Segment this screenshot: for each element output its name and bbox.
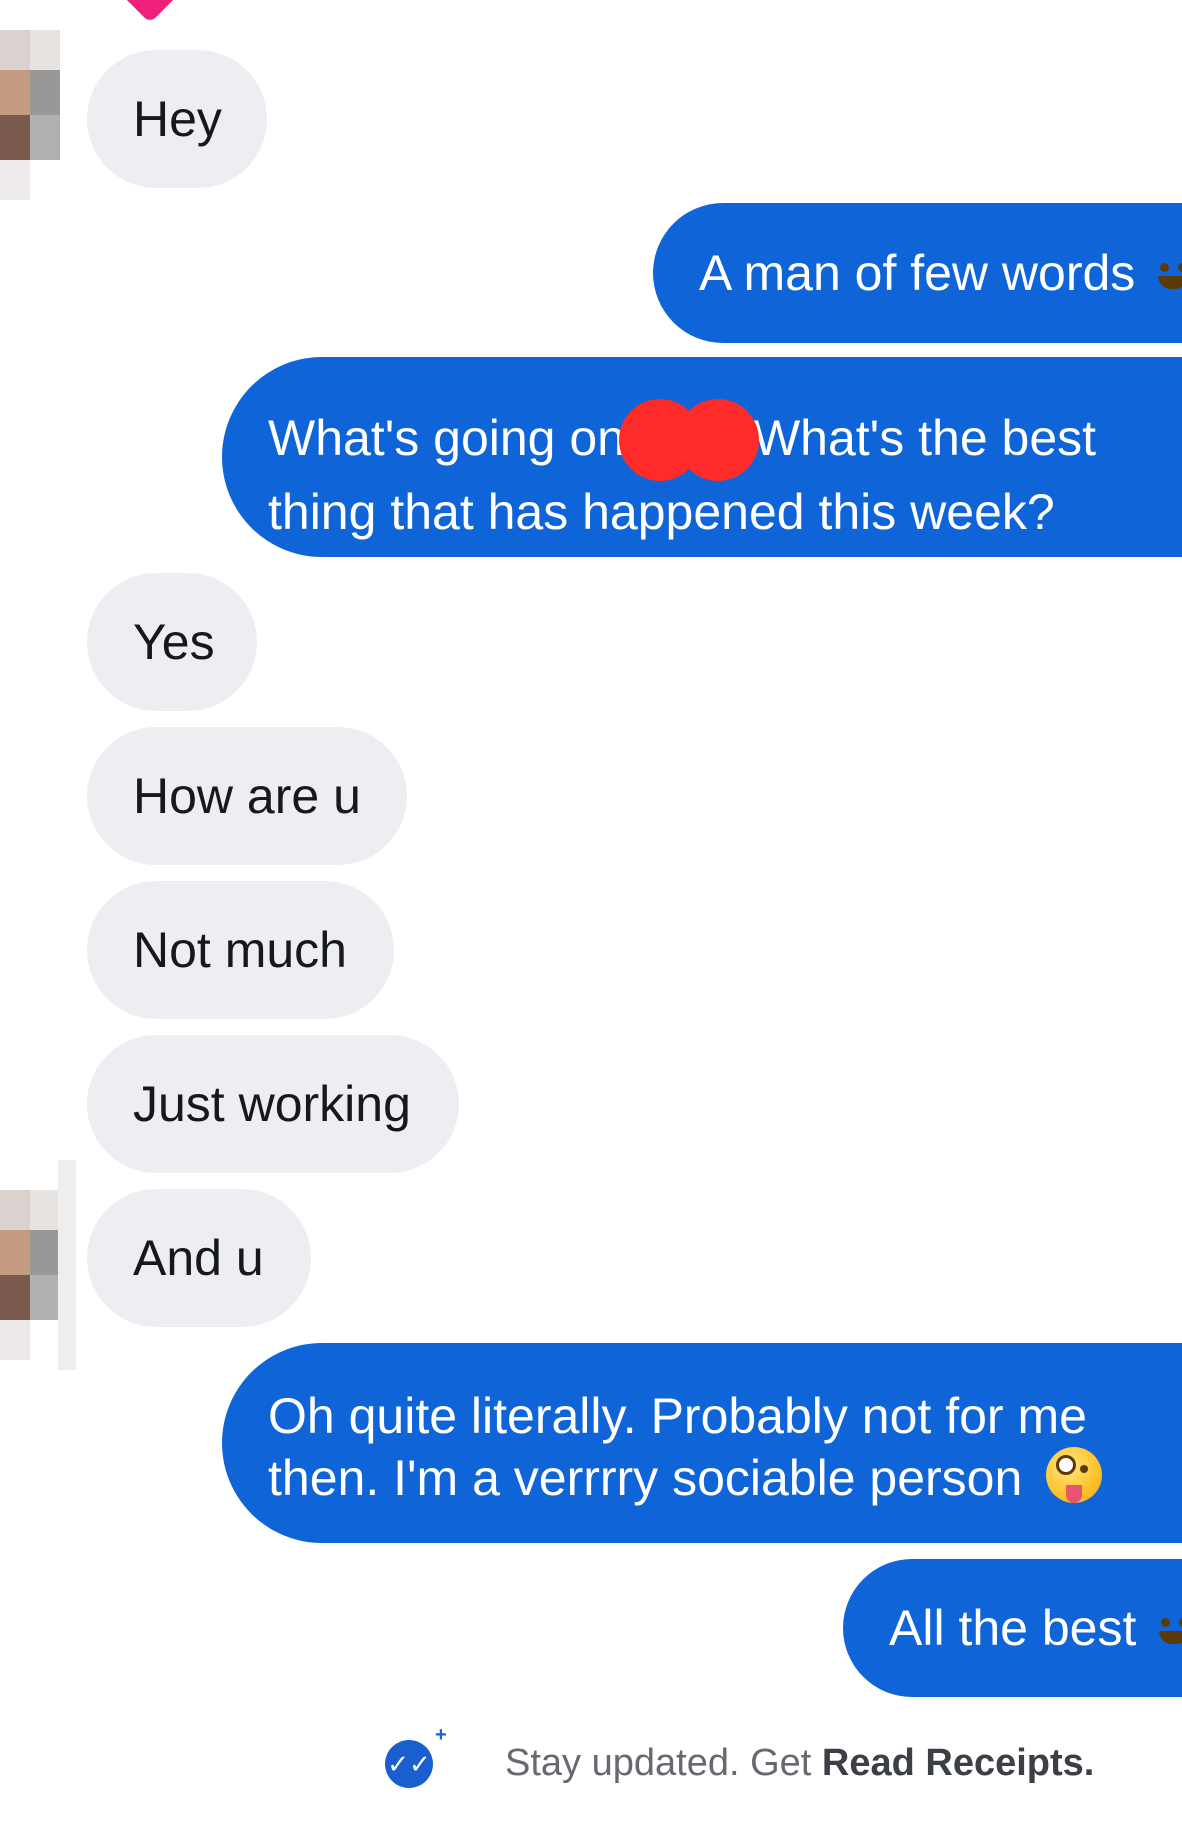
plus-icon: + bbox=[435, 1724, 447, 1746]
chat-thread: Hey A man of few words What's going on Wh… bbox=[0, 0, 1182, 1840]
message-outgoing[interactable]: What's going on What's the best thing tha… bbox=[222, 357, 1182, 557]
avatar[interactable] bbox=[0, 1160, 76, 1370]
message-incoming[interactable]: How are u bbox=[87, 727, 407, 865]
message-outgoing[interactable]: All the best bbox=[843, 1559, 1182, 1697]
message-text: A man of few words bbox=[699, 245, 1136, 301]
message-incoming[interactable]: Hey bbox=[87, 50, 267, 188]
avatar[interactable] bbox=[0, 30, 70, 200]
message-text: What's the best bbox=[752, 410, 1097, 466]
promo-prefix: Stay updated. Get bbox=[505, 1742, 822, 1784]
message-outgoing[interactable]: Oh quite literally. Probably not for me … bbox=[222, 1343, 1182, 1543]
message-text: And u bbox=[133, 1230, 264, 1286]
message-text: What's going on bbox=[268, 410, 625, 466]
message-incoming[interactable]: Not much bbox=[87, 881, 394, 1019]
message-text: All the best bbox=[889, 1600, 1137, 1656]
read-receipts-promo[interactable]: ✓✓ + Stay updated. Get Read Receipts. bbox=[385, 1718, 1105, 1798]
read-receipts-link[interactable]: Read Receipts. bbox=[822, 1742, 1094, 1784]
message-line: thing that has happened this week? bbox=[268, 484, 1055, 540]
double-check-icon: ✓✓ bbox=[385, 1740, 433, 1788]
message-line: What's going on What's the best bbox=[268, 399, 1142, 481]
message-line: Oh quite literally. Probably not for me bbox=[268, 1388, 1087, 1444]
message-text: How are u bbox=[133, 768, 361, 824]
message-line: then. I'm a verrrry sociable person bbox=[268, 1447, 1142, 1509]
message-outgoing[interactable]: A man of few words bbox=[653, 203, 1182, 343]
read-receipts-text: Stay updated. Get Read Receipts. bbox=[505, 1742, 1094, 1785]
message-incoming[interactable]: And u bbox=[87, 1189, 311, 1327]
message-text: Hey bbox=[133, 91, 222, 147]
message-incoming[interactable]: Just working bbox=[87, 1035, 459, 1173]
message-incoming[interactable]: Yes bbox=[87, 573, 257, 711]
zany-face-icon bbox=[1046, 1447, 1103, 1503]
message-text: Yes bbox=[133, 614, 215, 670]
redaction-mark bbox=[618, 399, 759, 481]
heart-icon bbox=[118, 0, 182, 24]
message-text: Just working bbox=[133, 1076, 411, 1132]
message-text: then. I'm a verrrry sociable person bbox=[268, 1450, 1023, 1506]
message-text: Not much bbox=[133, 922, 347, 978]
